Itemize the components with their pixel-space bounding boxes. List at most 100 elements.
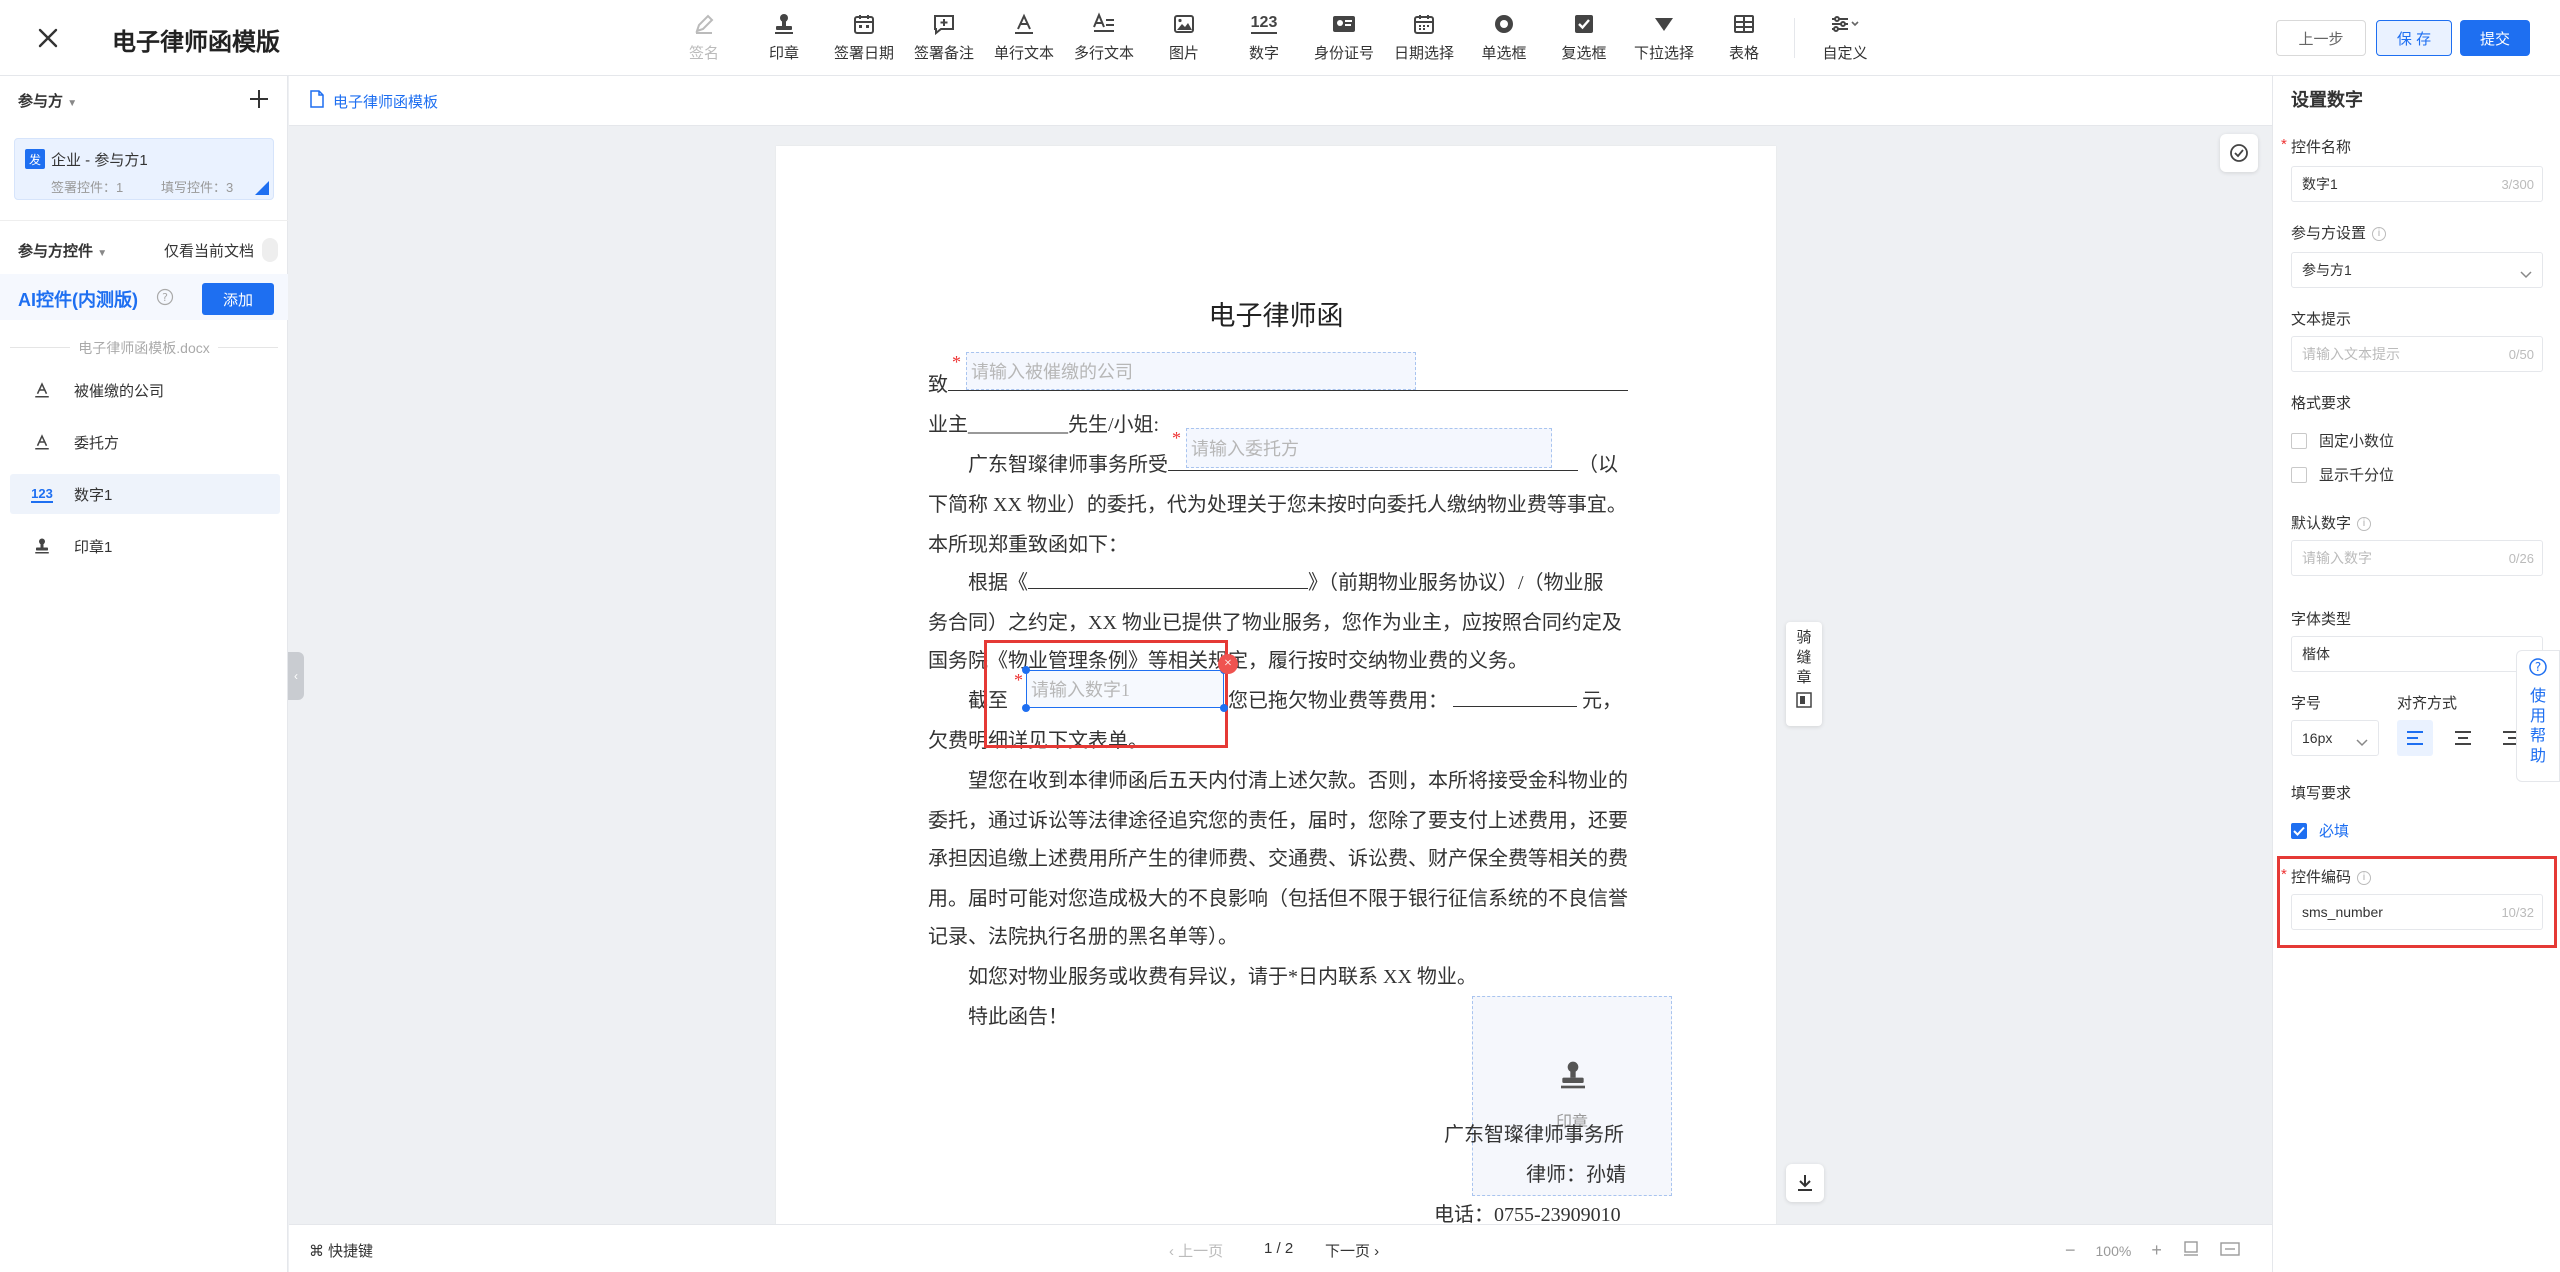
only-current-doc-toggle[interactable] xyxy=(262,238,278,262)
resize-handle[interactable] xyxy=(1022,704,1030,712)
format-label: 格式要求 xyxy=(2291,395,2352,412)
company-field[interactable]: 请输入被催缴的公司 xyxy=(966,352,1416,390)
tool-multi-text[interactable]: 多行文本 xyxy=(1064,10,1144,68)
text-hint-input[interactable]: 请输入文本提示 0/50 xyxy=(2291,336,2543,372)
help-circle-icon[interactable]: ? xyxy=(156,288,174,306)
tool-single-text[interactable]: 单行文本 xyxy=(984,10,1064,68)
document-title: 电子律师函 xyxy=(1208,301,1344,331)
control-item-stamp1[interactable]: 印章1 xyxy=(10,526,280,566)
checkbox-icon xyxy=(1572,10,1596,38)
control-item-entrust[interactable]: 委托方 xyxy=(10,422,280,462)
signature-phone: 电话：0755-23909010 xyxy=(1434,1204,1621,1226)
add-ai-control-button[interactable]: 添加 xyxy=(202,283,274,315)
multi-text-icon xyxy=(1091,10,1117,38)
single-text-icon xyxy=(1012,10,1036,38)
add-party-icon[interactable] xyxy=(246,86,272,112)
breadcrumb-doc-link[interactable]: 电子律师函模板 xyxy=(333,91,438,112)
party-select[interactable]: 参与方1 xyxy=(2291,252,2543,288)
help-tab[interactable]: ? 使用帮助 xyxy=(2516,650,2560,782)
tool-number[interactable]: 123 数字 xyxy=(1224,10,1304,68)
fill-requirement-label: 填写要求 xyxy=(2291,785,2352,802)
document-icon xyxy=(309,90,325,113)
control-code-input[interactable]: sms_number 10/32 xyxy=(2291,894,2543,930)
number1-field[interactable]: 请输入数字1 xyxy=(1026,670,1224,708)
tool-image[interactable]: 图片 xyxy=(1144,10,1224,68)
info-icon: i xyxy=(2357,871,2372,886)
fixed-decimal-checkbox[interactable]: 固定小数位 xyxy=(2291,430,2394,451)
download-icon xyxy=(1798,1175,1812,1191)
parties-header[interactable]: 参与方 ▼ xyxy=(18,90,77,111)
zoom-controls: − 100% + xyxy=(2065,1240,2240,1261)
zoom-in-icon[interactable]: + xyxy=(2151,1240,2162,1261)
check-circle-button[interactable] xyxy=(2220,134,2258,172)
font-size-label: 字号 xyxy=(2291,695,2322,712)
chevron-left-icon: ‹ xyxy=(294,669,298,683)
collapse-sidebar-handle[interactable]: ‹ xyxy=(288,652,304,700)
required-checkbox[interactable]: 必填 xyxy=(2291,820,2349,841)
bottom-bar: ⌘ 快捷键 ‹ 上一页 1 / 2 下一页 › − 100% + xyxy=(289,1224,2272,1272)
svg-text:?: ? xyxy=(2535,660,2541,674)
prev-step-button[interactable]: 上一步 xyxy=(2276,20,2366,56)
align-label: 对齐方式 xyxy=(2397,695,2458,712)
download-button[interactable] xyxy=(1786,1164,1824,1202)
tool-date-picker[interactable]: 日期选择 xyxy=(1384,10,1464,68)
party-badge: 发 xyxy=(25,149,45,169)
doc-line: 承担因追缴上述费用所产生的律师费、交通费、诉讼费、财产保全费等相关的费 xyxy=(928,848,1628,870)
entrust-field[interactable]: 请输入委托方 xyxy=(1186,428,1552,468)
party-card[interactable]: 发 企业 - 参与方1 签署控件：1 填写控件：3 xyxy=(14,138,274,200)
tool-checkbox[interactable]: 复选框 xyxy=(1544,10,1624,68)
tool-table[interactable]: 表格 xyxy=(1704,10,1784,68)
party-controls-header[interactable]: 参与方控件 ▼ xyxy=(18,240,107,261)
close-icon[interactable] xyxy=(30,20,66,56)
text-hint-label: 文本提示 xyxy=(2291,311,2352,328)
delete-field-icon[interactable]: × xyxy=(1218,654,1238,674)
thousands-separator-checkbox[interactable]: 显示千分位 xyxy=(2291,464,2394,485)
default-number-input[interactable]: 请输入数字 0/26 xyxy=(2291,540,2543,576)
align-center-button[interactable] xyxy=(2445,720,2481,756)
control-code-label: * 控件编码 i xyxy=(2281,866,2372,887)
chevron-down-icon xyxy=(2520,266,2532,282)
fit-page-icon[interactable] xyxy=(2182,1240,2200,1261)
tool-dropdown[interactable]: 下拉选择 xyxy=(1624,10,1704,68)
command-icon: ⌘ xyxy=(309,1242,324,1260)
image-icon xyxy=(1172,10,1196,38)
save-button[interactable]: 保 存 xyxy=(2376,20,2452,56)
party-name: 企业 - 参与方1 xyxy=(51,152,148,169)
ai-controls-title: AI控件(内测版) xyxy=(18,290,138,310)
control-item-number1[interactable]: 123 数字1 xyxy=(10,474,280,514)
svg-text:?: ? xyxy=(162,291,168,304)
next-page-button[interactable]: 下一页 › xyxy=(1325,1240,1379,1261)
align-left-icon xyxy=(2407,731,2423,745)
info-icon: i xyxy=(2357,517,2372,532)
align-left-button[interactable] xyxy=(2397,720,2433,756)
control-name-input[interactable]: 数字1 3/300 xyxy=(2291,166,2543,202)
font-size-select[interactable]: 16px xyxy=(2291,720,2379,756)
font-type-select[interactable]: 楷体 xyxy=(2291,636,2543,672)
date-picker-icon xyxy=(1412,10,1436,38)
submit-button[interactable]: 提交 xyxy=(2460,20,2530,56)
tool-stamp[interactable]: 印章 xyxy=(744,10,824,68)
shortcut-button[interactable]: ⌘ 快捷键 xyxy=(309,1240,373,1261)
seal-icon xyxy=(1786,692,1822,714)
doc-line: 务合同）之约定，XX 物业已提供了物业服务，您作为业主，应按照合同约定及 xyxy=(928,612,1622,634)
tool-custom[interactable]: 自定义 xyxy=(1805,10,1885,68)
table-icon xyxy=(1732,10,1756,38)
tool-signature[interactable]: 签名 xyxy=(664,10,744,68)
info-icon: i xyxy=(2372,227,2387,242)
riding-seal-button[interactable]: 骑缝章 xyxy=(1786,622,1822,726)
fit-width-icon[interactable] xyxy=(2220,1241,2240,1260)
prev-page-button[interactable]: ‹ 上一页 xyxy=(1169,1240,1223,1261)
top-toolbar: 电子律师函模版 签名 印章 签署日期 签署备注 单行文本 多行文本 图片 123… xyxy=(0,0,2560,76)
control-item-company[interactable]: 被催缴的公司 xyxy=(10,370,280,410)
divider xyxy=(0,220,288,221)
tool-id-card[interactable]: 身份证号 xyxy=(1304,10,1384,68)
tool-radio[interactable]: 单选框 xyxy=(1464,10,1544,68)
tool-sign-date[interactable]: 签署日期 xyxy=(824,10,904,68)
resize-handle[interactable] xyxy=(1022,666,1030,674)
file-name-label: 电子律师函模板.docx xyxy=(0,338,288,358)
page-indicator: 1 / 2 xyxy=(1264,1240,1294,1257)
chevron-down-icon: ▼ xyxy=(97,248,108,259)
tool-sign-note[interactable]: 签署备注 xyxy=(904,10,984,68)
resize-handle[interactable] xyxy=(1220,704,1228,712)
zoom-out-icon[interactable]: − xyxy=(2065,1240,2076,1261)
